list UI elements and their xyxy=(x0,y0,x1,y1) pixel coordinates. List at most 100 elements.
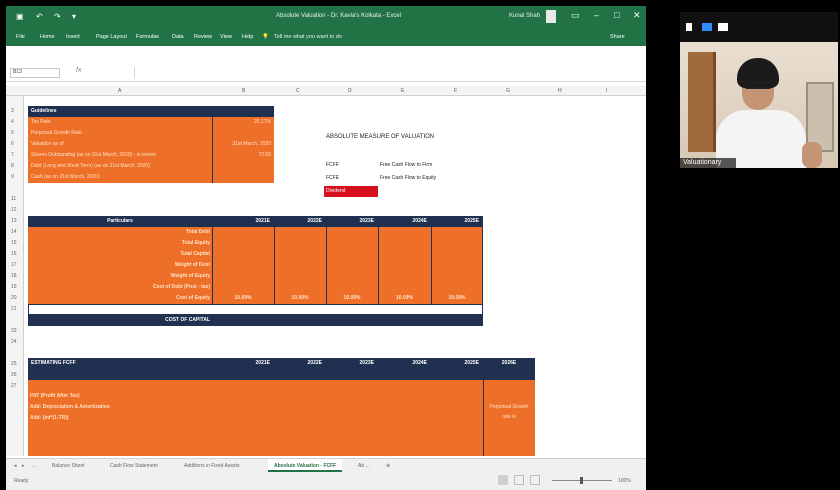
minimize-button[interactable]: – xyxy=(594,10,599,20)
tell-me-search[interactable]: Tell me what you want to do xyxy=(274,34,342,40)
fcfe-abbr[interactable]: FCFE xyxy=(326,173,339,184)
row-header[interactable]: 23 xyxy=(11,328,17,334)
cost-of-equity-value[interactable]: 10.09% xyxy=(378,293,431,304)
tab-page-layout[interactable]: Page Layout xyxy=(96,34,127,40)
customize-icon[interactable]: ▾ xyxy=(72,12,76,21)
row-header[interactable]: 15 xyxy=(11,240,17,246)
row-header[interactable]: 6 xyxy=(11,141,14,147)
fcff-year[interactable]: 2023E xyxy=(326,358,378,369)
row-header[interactable]: 9 xyxy=(11,174,14,180)
sheet-tab[interactable]: Balance Sheet xyxy=(52,463,85,469)
normal-view-icon[interactable] xyxy=(498,475,508,485)
fcff-body[interactable] xyxy=(28,380,483,456)
tab-help[interactable]: Help xyxy=(242,34,253,40)
guideline-value[interactable] xyxy=(212,172,274,183)
year-header[interactable]: 2024E xyxy=(378,216,431,227)
row-header[interactable]: 8 xyxy=(11,163,14,169)
col-header[interactable]: E xyxy=(401,88,404,94)
absolute-title[interactable]: ABSOLUTE MEASURE OF VALUATION xyxy=(326,132,434,143)
row-header[interactable]: 5 xyxy=(11,130,14,136)
particulars-row-label[interactable]: Total Equity xyxy=(28,238,210,249)
fcff-row-label[interactable]: PAT (Profit After Tax) xyxy=(30,391,80,402)
cost-of-capital-label[interactable]: COST OF CAPITAL xyxy=(28,315,210,326)
fcff-year[interactable]: 2025E xyxy=(431,358,483,369)
fcff-year[interactable]: 2026E xyxy=(483,358,535,369)
name-box[interactable]: B13 xyxy=(10,68,60,78)
close-button[interactable]: ✕ xyxy=(633,10,641,21)
tab-scroll-left-icon[interactable]: ◂ xyxy=(14,463,17,469)
particulars-row-label[interactable]: Weight of Equity xyxy=(28,271,210,282)
tab-formulas[interactable]: Formulas xyxy=(136,34,159,40)
save-icon[interactable]: ▣ xyxy=(16,12,24,21)
fx-icon[interactable]: fx xyxy=(76,67,81,74)
undo-icon[interactable]: ↶ xyxy=(36,12,43,21)
cost-of-equity-value[interactable]: 10.09% xyxy=(212,293,274,304)
sheet-tab[interactable]: Cash Flow Statement xyxy=(110,463,158,469)
tab-scroll-right-icon[interactable]: ▸ xyxy=(22,463,25,469)
guideline-label[interactable]: Cash (as on 31st March, 2020) xyxy=(28,172,212,183)
guideline-label[interactable]: Shares Outstanding (as on 31st March, 20… xyxy=(28,150,212,161)
page-break-view-icon[interactable] xyxy=(530,475,540,485)
share-button[interactable]: Share xyxy=(610,34,625,40)
sheet-grid[interactable]: Guidelines Tax Rate 25.17% Perpetual Gro… xyxy=(24,96,646,456)
row-header[interactable]: 3 xyxy=(11,108,14,114)
guideline-label[interactable]: Debt (Long and Short Term) (as on 31st M… xyxy=(28,161,212,172)
page-layout-view-icon[interactable] xyxy=(514,475,524,485)
row-header[interactable]: 18 xyxy=(11,273,17,279)
guideline-value[interactable]: 72.00 xyxy=(212,150,274,161)
row-header[interactable]: 7 xyxy=(11,152,14,158)
sheet-tab-active[interactable]: Absolute Valuation - FCFF xyxy=(268,459,343,472)
row-header[interactable]: 19 xyxy=(11,284,17,290)
cost-of-equity-value[interactable]: 10.09% xyxy=(431,293,483,304)
maximize-button[interactable]: □ xyxy=(614,10,619,20)
row-header[interactable]: 17 xyxy=(11,262,17,268)
sheet-tab[interactable]: Additions in Fixed Assets xyxy=(184,463,240,469)
particulars-row-label[interactable]: Total Debt xyxy=(28,227,210,238)
fcff-year[interactable]: 2021E xyxy=(212,358,274,369)
menu-icon[interactable] xyxy=(686,23,692,31)
row-header[interactable]: 12 xyxy=(11,207,17,213)
guideline-label[interactable]: Tax Rate xyxy=(28,117,212,128)
fcff-row-label[interactable]: Add: Depreciation & Amortization xyxy=(30,402,110,413)
particulars-row-label[interactable]: Weight of Debt xyxy=(28,260,210,271)
guideline-label[interactable]: Valuation as of xyxy=(28,139,212,150)
tab-data[interactable]: Data xyxy=(172,34,184,40)
guideline-value[interactable] xyxy=(212,161,274,172)
year-header[interactable]: 2023E xyxy=(326,216,378,227)
cost-of-equity-value[interactable]: 10.09% xyxy=(274,293,326,304)
fcff-header[interactable]: ESTIMATING FCFF xyxy=(28,358,212,369)
sheet-tab[interactable]: Ab ... xyxy=(358,463,370,469)
col-header[interactable]: I xyxy=(606,88,607,94)
col-header[interactable]: A xyxy=(118,88,121,94)
perpetual-note[interactable]: Perpetual Growth rate is xyxy=(485,402,533,424)
tab-insert[interactable]: Insert xyxy=(66,34,80,40)
guideline-value[interactable] xyxy=(212,128,274,139)
guideline-label[interactable]: Perpetual Growth Rate xyxy=(28,128,212,139)
dividend-cell[interactable]: Dividend xyxy=(324,186,378,197)
particulars-row-label[interactable]: Total Capital xyxy=(28,249,210,260)
tab-file[interactable]: File xyxy=(16,34,25,40)
fcff-year[interactable]: 2022E xyxy=(274,358,326,369)
fcfe-desc[interactable]: Free Cash Flow to Equity xyxy=(380,173,436,184)
row-header[interactable]: 16 xyxy=(11,251,17,257)
col-header[interactable]: F xyxy=(454,88,457,94)
col-header[interactable]: G xyxy=(506,88,510,94)
blank-row[interactable] xyxy=(28,304,483,315)
fcff-abbr[interactable]: FCFF xyxy=(326,160,339,171)
col-header[interactable]: B xyxy=(242,88,245,94)
ribbon-display-icon[interactable]: ▭ xyxy=(571,10,580,21)
particulars-row-label[interactable]: Cost of Equity xyxy=(28,293,210,304)
col-header[interactable]: C xyxy=(296,88,300,94)
year-header[interactable]: 2021E xyxy=(212,216,274,227)
zoom-slider-thumb[interactable] xyxy=(580,477,583,484)
guidelines-header-value[interactable] xyxy=(212,106,274,117)
tab-more-icon[interactable]: … xyxy=(32,463,37,469)
row-header[interactable]: 25 xyxy=(11,361,17,367)
redo-icon[interactable]: ↷ xyxy=(54,12,61,21)
row-header[interactable]: 13 xyxy=(11,218,17,224)
avatar[interactable] xyxy=(546,10,556,23)
row-header[interactable]: 14 xyxy=(11,229,17,235)
particulars-row-label[interactable]: Cost of Debt (Post - tax) xyxy=(28,282,210,293)
fcff-desc[interactable]: Free Cash Flow to Firm xyxy=(380,160,432,171)
add-sheet-icon[interactable]: ⊕ xyxy=(386,463,390,469)
